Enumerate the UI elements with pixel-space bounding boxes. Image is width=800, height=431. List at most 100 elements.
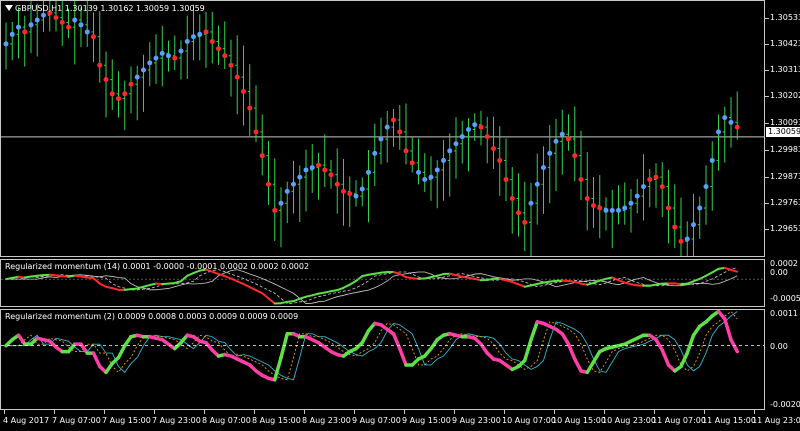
time-tick: 9 Aug 07:00 [352, 416, 401, 425]
indicator2-momentum-line [685, 333, 696, 355]
signal-dot [322, 167, 328, 173]
signal-dot [541, 165, 546, 171]
signal-dot [691, 222, 696, 228]
indicator2-momentum-line [273, 355, 283, 382]
signal-dot [697, 205, 703, 211]
signal-dot [722, 115, 728, 121]
indicator2-momentum-line [523, 337, 533, 363]
indicator1-momentum-line [342, 283, 351, 289]
indicator2-momentum-line [116, 343, 127, 360]
indicator2-momentum-line [573, 357, 583, 373]
signal-dot [578, 176, 584, 182]
signal-dot [447, 148, 453, 154]
signal-dot [416, 169, 421, 175]
time-tick: 7 Aug 23:00 [152, 416, 201, 425]
indicator1-momentum-line [398, 273, 407, 279]
indicator2-tick: 0.0011 [770, 309, 798, 318]
signal-dot [103, 77, 109, 83]
signal-dot [316, 162, 321, 168]
signal-dot [641, 184, 646, 190]
signal-dot [666, 205, 671, 211]
indicator1-axis[interactable]: 0.0002 0.00 -0.0005 [765, 259, 800, 307]
indicator1-momentum-line [730, 268, 739, 273]
signal-dot [591, 203, 596, 209]
time-tick: 4 Aug 2017 [3, 416, 50, 425]
indicator2-momentum-line [391, 332, 402, 351]
signal-dot [647, 176, 653, 182]
signal-dot [334, 181, 340, 187]
indicator1-momentum-line [255, 289, 264, 295]
time-tick: 8 Aug 23:00 [302, 416, 351, 425]
signal-dot [484, 134, 490, 140]
indicator2-momentum-line [591, 349, 602, 364]
indicator1-momentum-line [711, 267, 720, 274]
time-tick: 8 Aug 15:00 [252, 416, 301, 425]
price-tick: 1.30533 [770, 13, 800, 22]
signal-dot [284, 188, 290, 194]
price-tick: 1.29873 [770, 172, 800, 181]
signal-dot [228, 62, 234, 68]
indicator2-axis[interactable]: 0.0011 0.00 -0.0020 [765, 309, 800, 410]
signal-dot [384, 124, 390, 130]
signal-dot [403, 148, 409, 154]
indicator1-momentum-line [611, 276, 620, 282]
symbol-label: GBPUSD,H1 1.30139 1.30162 1.30059 1.3005… [15, 4, 205, 13]
signal-dot [147, 60, 153, 66]
signal-dot [116, 96, 121, 102]
signal-dot [128, 81, 134, 87]
signal-dot [434, 167, 440, 173]
time-tick: 11 Aug 23:00 [752, 416, 800, 425]
signal-dot [534, 181, 540, 187]
signal-dot [159, 50, 165, 56]
price-tick: 1.30423 [770, 39, 800, 48]
signal-dot [441, 157, 446, 163]
time-tick: 10 Aug 07:00 [502, 416, 556, 425]
signal-dot [22, 29, 28, 35]
dropdown-triangle-icon[interactable] [5, 5, 13, 11]
signal-dot [9, 31, 15, 37]
indicator1-momentum-line [617, 279, 626, 284]
signal-dot [34, 17, 40, 23]
signal-dot [222, 53, 228, 59]
indicator2-momentum-line [566, 342, 577, 361]
price-chart-pane[interactable]: GBPUSD,H1 1.30139 1.30162 1.30059 1.3005… [0, 0, 765, 257]
indicator1-momentum-line [517, 283, 526, 288]
signal-dot [659, 184, 665, 190]
signal-dot [553, 138, 559, 144]
signal-dot [703, 184, 709, 190]
indicator1-pane[interactable]: Regularized momentum (14) 0.0001 -0.0000… [0, 259, 765, 307]
indicator1-momentum-line [511, 280, 520, 286]
indicator2-pane[interactable]: Regularized momentum (2) 0.0009 0.0008 0… [0, 309, 765, 410]
indicator1-momentum-line [211, 270, 220, 276]
signal-dot [3, 41, 9, 47]
signal-dot [341, 188, 346, 194]
signal-dot [572, 153, 578, 159]
signal-dot [172, 55, 178, 61]
signal-dot [503, 176, 509, 182]
indicator1-momentum-line [180, 274, 189, 283]
indicator1-momentum-line [248, 286, 257, 292]
signal-dot [166, 53, 171, 59]
indicator2-momentum-line [529, 320, 539, 342]
signal-dot [616, 207, 621, 213]
signal-dot [391, 117, 396, 123]
signal-dot [372, 150, 378, 156]
signal-dot [378, 136, 384, 142]
signal-dot [734, 124, 740, 130]
signal-dot [528, 200, 534, 206]
signal-dot [634, 193, 640, 199]
time-tick: 11 Aug 07:00 [652, 416, 706, 425]
current-price-label: 1.30059 [766, 127, 800, 137]
time-tick: 7 Aug 15:00 [102, 416, 151, 425]
signal-dot [491, 146, 496, 152]
signal-dot [359, 186, 365, 192]
signal-dot [191, 34, 196, 40]
indicator2-momentum-line [360, 329, 371, 345]
signal-dot [197, 31, 203, 37]
indicator2-momentum-line [723, 317, 733, 342]
indicator2-momentum-line [654, 337, 664, 352]
signal-dot [684, 236, 690, 242]
signal-dot [297, 174, 303, 180]
signal-dot [584, 196, 590, 202]
time-tick: 9 Aug 23:00 [452, 416, 501, 425]
